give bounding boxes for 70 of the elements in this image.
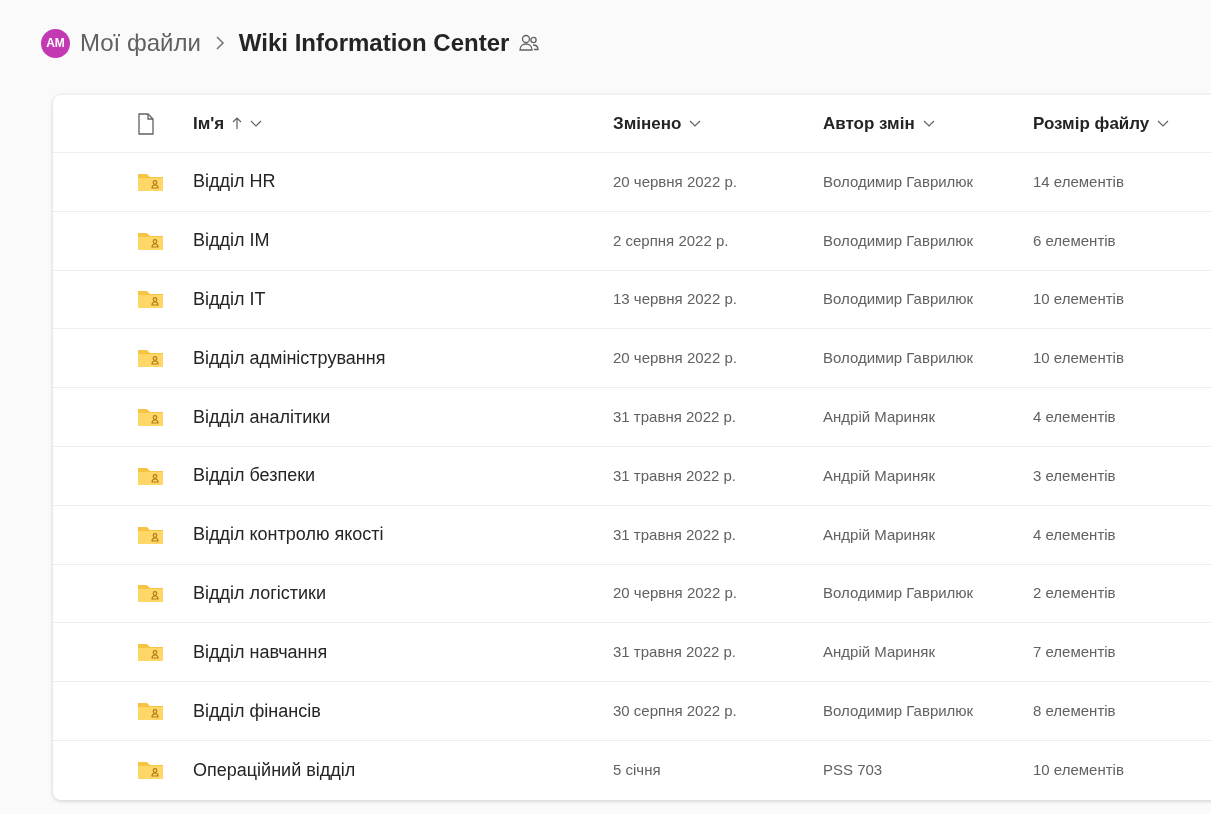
file-size: 3 елементів	[1033, 466, 1116, 484]
file-size: 2 елементів	[1033, 584, 1116, 602]
modified-date: 31 травня 2022 р.	[613, 643, 736, 661]
breadcrumb-link[interactable]: Мої файли	[80, 25, 201, 61]
file-size: 6 елементів	[1033, 231, 1116, 249]
file-size: 4 елементів	[1033, 525, 1116, 543]
chevron-down-icon[interactable]	[689, 119, 702, 128]
file-size: 7 елементів	[1033, 643, 1116, 661]
author-name: Володимир Гаврилюк	[823, 584, 974, 602]
modified-date: 31 травня 2022 р.	[613, 466, 736, 484]
folder-name-link[interactable]: Відділ IT	[193, 289, 266, 309]
avatar: AM	[41, 28, 70, 58]
file-size: 4 елементів	[1033, 408, 1116, 426]
folder-name-link[interactable]: Відділ аналітики	[193, 406, 331, 427]
shared-folder-icon	[137, 407, 164, 428]
folder-name-link[interactable]: Відділ HR	[193, 171, 276, 192]
modified-date: 20 червня 2022 р.	[613, 349, 737, 367]
shared-folder-icon	[137, 348, 164, 369]
chevron-down-icon[interactable]	[1157, 119, 1170, 128]
author-name: PSS 703	[823, 761, 883, 779]
chevron-down-icon[interactable]	[250, 119, 263, 128]
modified-date: 20 червня 2022 р.	[613, 172, 737, 190]
file-size: 10 елементів	[1033, 761, 1124, 779]
author-name: Андрій Мариняк	[823, 643, 935, 661]
column-header[interactable]: Змінено	[613, 110, 702, 137]
modified-date: 31 травня 2022 р.	[613, 408, 736, 426]
chevron-right-icon	[214, 36, 225, 50]
file-size: 8 елементів	[1033, 702, 1116, 720]
file-icon	[137, 112, 155, 135]
author-name: Володимир Гаврилюк	[823, 231, 974, 249]
column-header[interactable]: Ім'я	[193, 110, 263, 137]
folder-name-link[interactable]: Відділ безпеки	[193, 465, 316, 486]
modified-date: 20 червня 2022 р.	[613, 584, 737, 602]
author-name: Андрій Мариняк	[823, 408, 935, 426]
folder-name-link[interactable]: Відділ логістики	[193, 582, 327, 603]
modified-date: 31 травня 2022 р.	[613, 525, 736, 543]
column-header[interactable]: Розмір файлу	[1033, 110, 1170, 137]
author-name: Володимир Гаврилюк	[823, 349, 974, 367]
shared-folder-icon	[137, 760, 164, 781]
folder-name-link[interactable]: Відділ навчання	[193, 641, 328, 662]
author-name: Андрій Мариняк	[823, 466, 935, 484]
shared-folder-icon	[137, 583, 164, 604]
shared-folder-icon	[137, 524, 164, 545]
folder-name-link[interactable]: Відділ контролю якості	[193, 524, 384, 545]
author-name: Володимир Гаврилюк	[823, 702, 974, 720]
column-header[interactable]: Автор змін	[823, 110, 935, 137]
sort-up-icon	[232, 117, 243, 130]
author-name: Андрій Мариняк	[823, 525, 935, 543]
file-size: 10 елементів	[1033, 290, 1124, 308]
file-size: 10 елементів	[1033, 349, 1124, 367]
shared-folder-icon	[137, 642, 164, 663]
file-size: 14 елементів	[1033, 172, 1124, 190]
author-name: Володимир Гаврилюк	[823, 290, 974, 308]
modified-date: 30 серпня 2022 р.	[613, 702, 737, 720]
people-icon[interactable]	[519, 34, 540, 52]
shared-folder-icon	[137, 701, 164, 722]
folder-title: Wiki Information Center	[238, 28, 510, 58]
folder-name-link[interactable]: Відділ фінансів	[193, 700, 321, 721]
author-name: Володимир Гаврилюк	[823, 172, 974, 190]
folder-name-link[interactable]: Операційний відділ	[193, 759, 356, 780]
folder-name-link[interactable]: Відділ IM	[193, 230, 270, 251]
chevron-down-icon[interactable]	[922, 119, 935, 128]
shared-folder-icon	[137, 171, 164, 192]
shared-folder-icon	[137, 289, 164, 310]
modified-date: 13 червня 2022 р.	[613, 290, 737, 308]
shared-folder-icon	[137, 465, 164, 486]
folder-name-link[interactable]: Відділ адміністрування	[193, 347, 386, 368]
modified-date: 5 січня	[613, 761, 661, 779]
shared-folder-icon	[137, 230, 164, 251]
modified-date: 2 серпня 2022 р.	[613, 231, 729, 249]
